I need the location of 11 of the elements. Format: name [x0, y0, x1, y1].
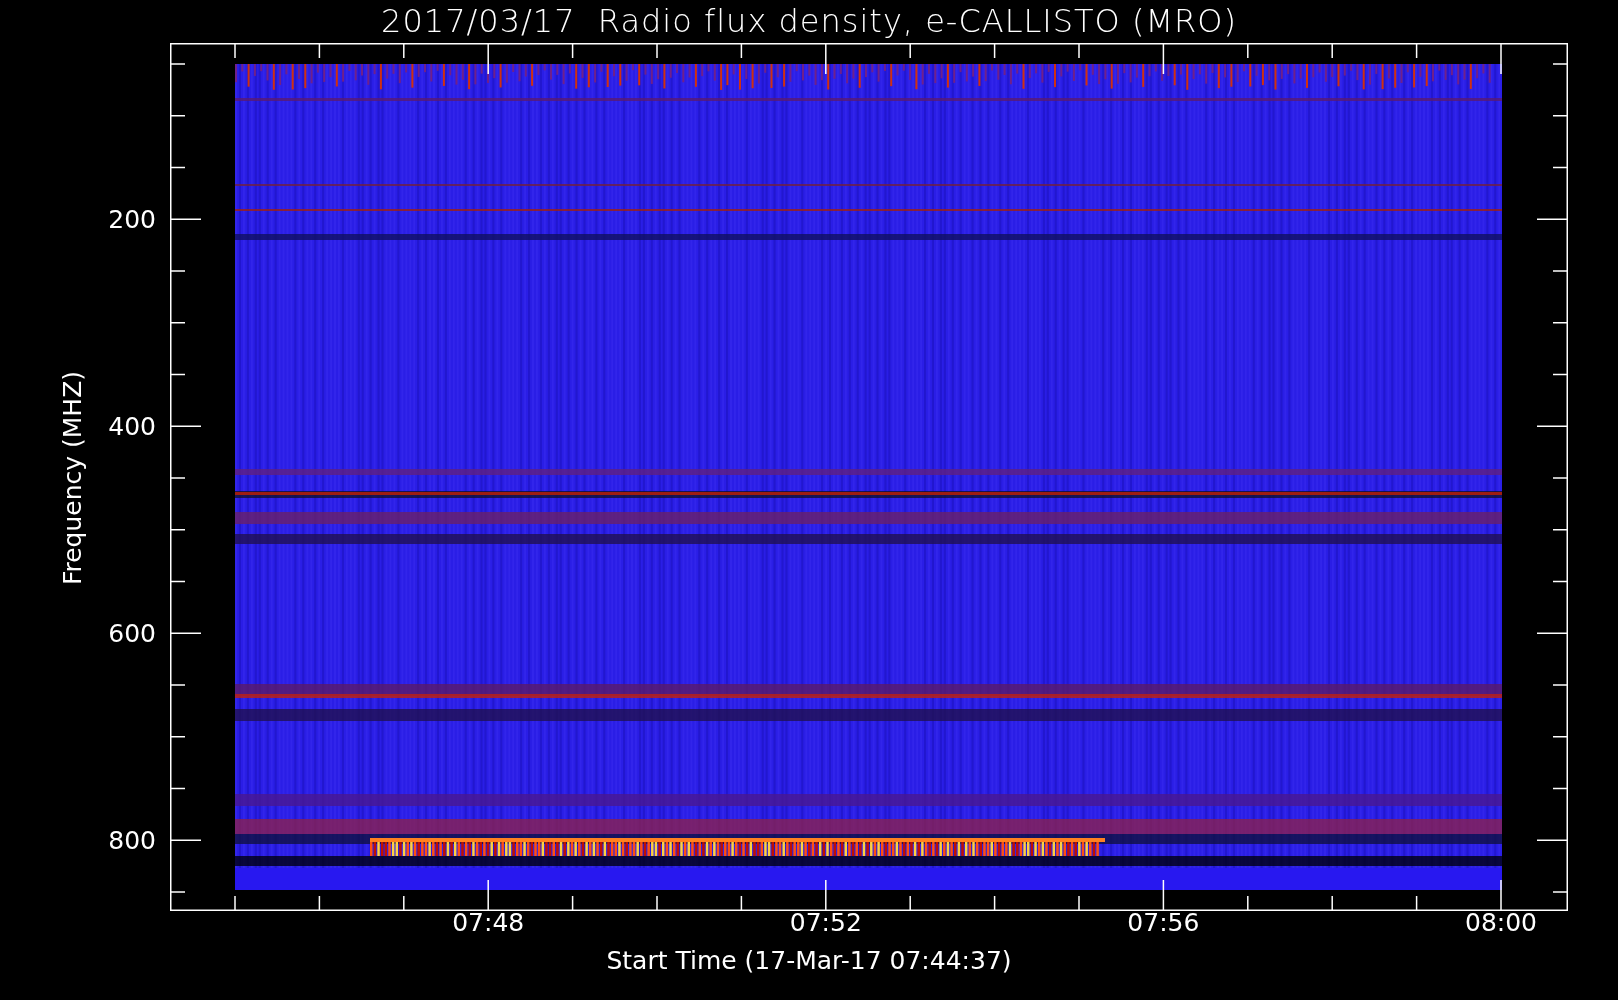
x-tick-label: 08:00 — [1465, 908, 1537, 937]
x-tick-label: 07:56 — [1127, 908, 1200, 937]
y-axis-label: Frequency (MHZ) — [57, 370, 87, 586]
y-tick-label: 200 — [108, 204, 156, 234]
chart-title: 2017/03/17 Radio flux density, e-CALLISTO (MRO) — [381, 2, 1237, 40]
y-tick-label: 800 — [108, 825, 156, 855]
y-tick-label: 400 — [108, 411, 156, 441]
x-axis-label: Start Time (17-Mar-17 07:44:37) — [606, 946, 1012, 975]
y-tick-label: 600 — [108, 618, 156, 648]
x-tick-label: 07:48 — [452, 908, 525, 937]
x-tick-label: 07:52 — [789, 908, 862, 937]
